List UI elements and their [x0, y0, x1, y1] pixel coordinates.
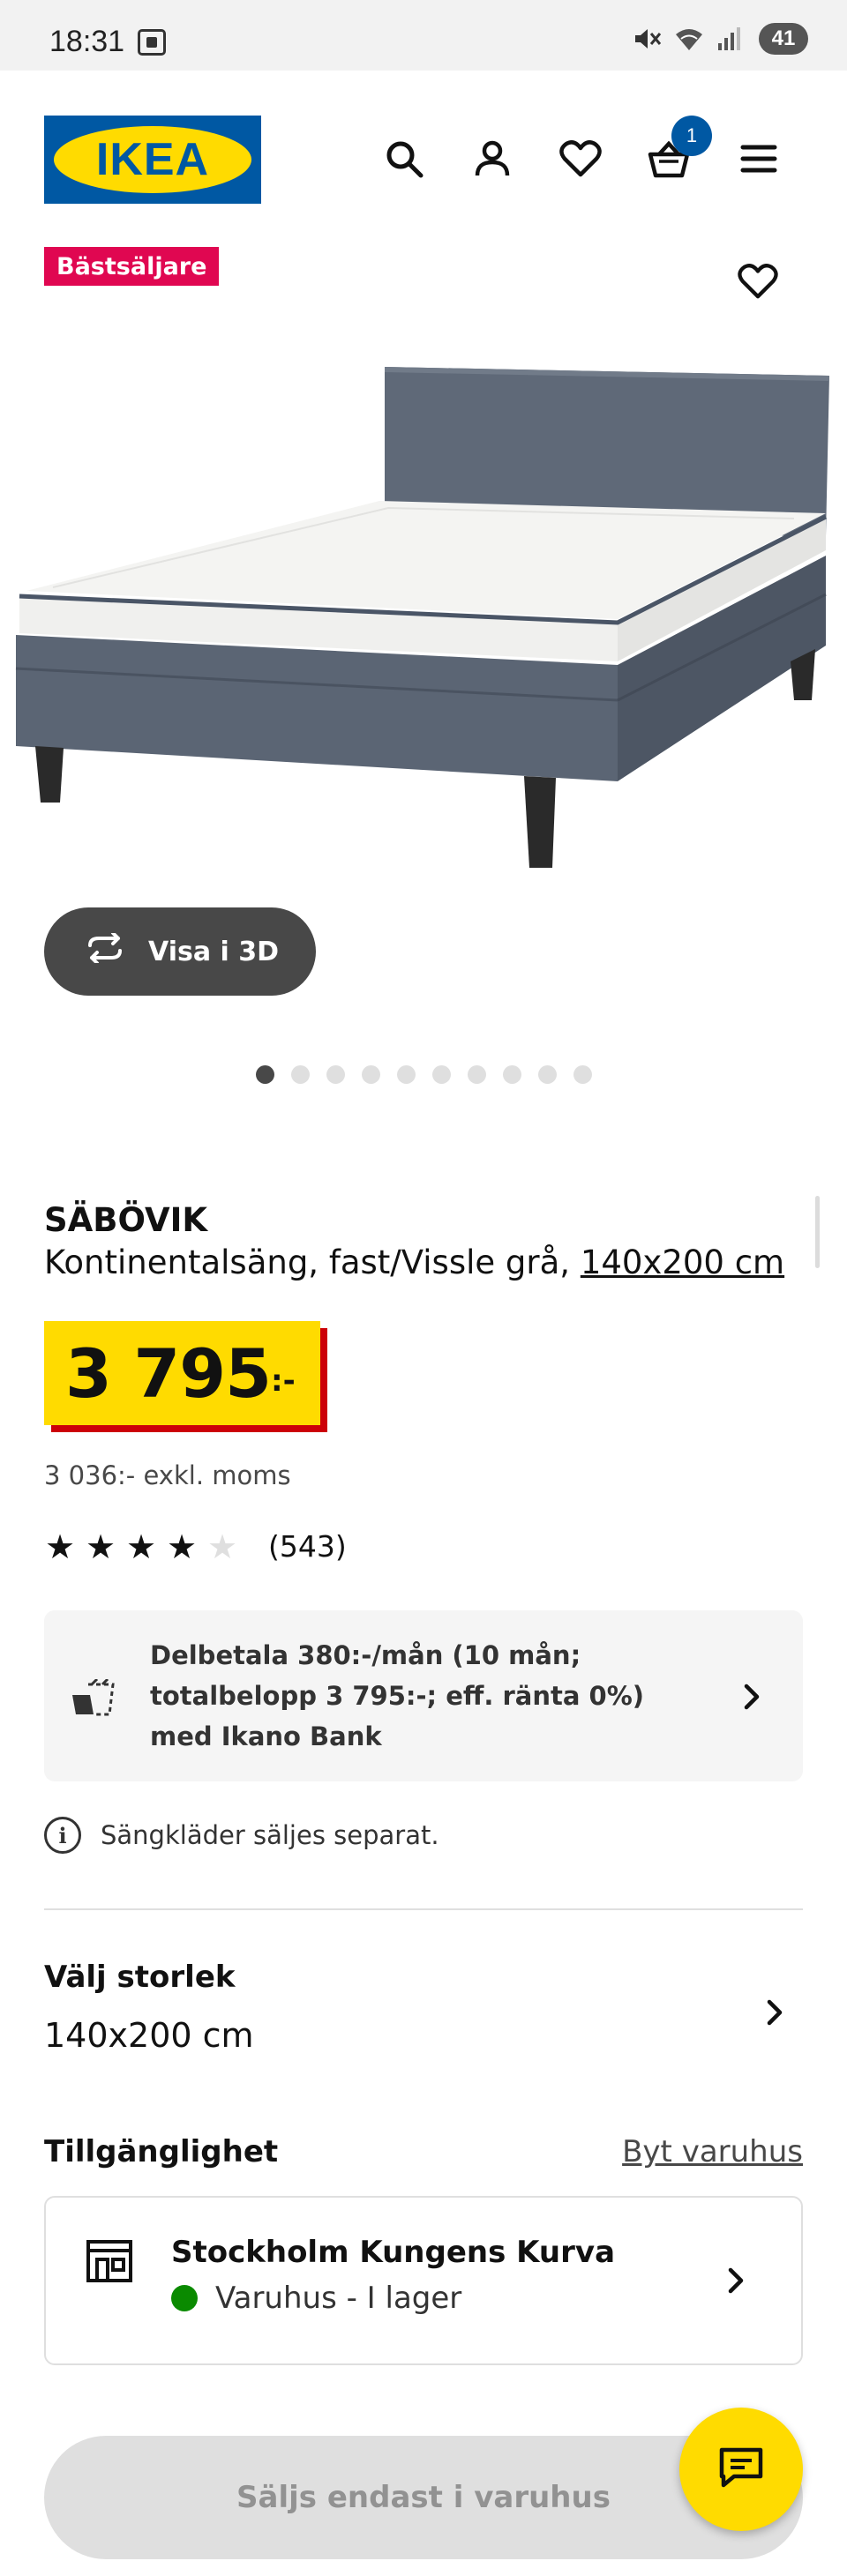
change-store-link[interactable]: Byt varuhus: [622, 2134, 803, 2169]
store-status-text: Varuhus - I lager: [215, 2281, 462, 2316]
star-empty-icon: ★: [206, 1527, 238, 1566]
logo-text: IKEA: [95, 134, 210, 185]
star-icon: ★: [125, 1527, 157, 1566]
chevron-right-icon: [722, 2263, 748, 2298]
ikea-logo[interactable]: IKEA: [44, 116, 261, 204]
product-description: Kontinentalsäng, fast/Vissle grå, 140x20…: [44, 1243, 784, 1281]
bestseller-badge: Bästsäljare: [44, 247, 220, 286]
in-stock-indicator: [171, 2285, 198, 2311]
menu-icon[interactable]: [732, 132, 785, 185]
carousel-dot[interactable]: [468, 1065, 486, 1084]
carousel-dot[interactable]: [326, 1065, 345, 1084]
info-icon: i: [44, 1817, 81, 1854]
star-icon: ★: [85, 1527, 116, 1566]
signal-icon: [716, 26, 746, 52]
status-time: 18:31: [49, 25, 125, 58]
chat-button[interactable]: [679, 2408, 803, 2531]
image-carousel-dots[interactable]: [256, 1065, 592, 1084]
product-image[interactable]: [0, 344, 847, 891]
price-tag: 3 795 :-: [44, 1321, 320, 1425]
carousel-dot[interactable]: [503, 1065, 521, 1084]
store-stock-status: Varuhus - I lager: [171, 2281, 461, 2316]
chat-icon: [716, 2445, 766, 2494]
favourite-heart-icon[interactable]: [729, 252, 787, 310]
view-3d-button[interactable]: Visa i 3D: [44, 907, 316, 996]
search-icon[interactable]: [378, 132, 431, 185]
financing-text: Delbetala 380:-/mån (10 mån; totalbelopp…: [150, 1640, 645, 1751]
bedding-note-text: Sängkläder säljes separat.: [101, 1820, 439, 1850]
chevron-right-icon: [738, 1679, 764, 1714]
size-selector-label: Välj storlek: [44, 1960, 236, 1995]
star-icon: ★: [166, 1527, 198, 1566]
screen-record-icon: [138, 29, 166, 56]
price-excl-vat: 3 036:- exkl. moms: [44, 1460, 291, 1490]
price-suffix: :-: [270, 1363, 296, 1399]
product-description-text: Kontinentalsäng, fast/Vissle grå,: [44, 1243, 581, 1281]
carousel-dot[interactable]: [573, 1065, 592, 1084]
product-size-link[interactable]: 140x200 cm: [581, 1243, 784, 1281]
star-icon: ★: [44, 1527, 76, 1566]
availability-heading: Tillgänglighet: [44, 2134, 279, 2169]
store-name: Stockholm Kungens Kurva: [171, 2235, 616, 2270]
size-selector[interactable]: Välj storlek 140x200 cm: [44, 1940, 803, 2090]
product-name: SÄBÖVIK: [44, 1201, 208, 1239]
status-bar: 18:31 41: [0, 0, 847, 71]
mute-icon: [632, 26, 662, 52]
scroll-indicator: [815, 1196, 820, 1268]
carousel-dot[interactable]: [291, 1065, 310, 1084]
installment-icon: [71, 1677, 116, 1718]
bedding-note: i Sängkläder säljes separat.: [44, 1817, 439, 1854]
carousel-dot[interactable]: [256, 1065, 274, 1084]
rating[interactable]: ★ ★ ★ ★ ★ (543): [44, 1529, 347, 1564]
carousel-dot[interactable]: [362, 1065, 380, 1084]
heart-icon[interactable]: [554, 132, 607, 185]
account-icon[interactable]: [466, 132, 519, 185]
price-value: 3 795: [65, 1333, 272, 1413]
divider: [44, 1908, 803, 1910]
battery-icon: 41: [759, 23, 808, 55]
review-count[interactable]: (543): [268, 1529, 347, 1564]
rotate-3d-icon: [83, 931, 127, 970]
size-selector-value: 140x200 cm: [44, 2016, 254, 2055]
store-card[interactable]: Stockholm Kungens Kurva Varuhus - I lage…: [44, 2196, 803, 2365]
status-icons: 41: [632, 23, 808, 55]
carousel-dot[interactable]: [538, 1065, 557, 1084]
chevron-right-icon: [761, 1995, 787, 2030]
carousel-dot[interactable]: [432, 1065, 451, 1084]
logo-oval: IKEA: [54, 126, 251, 193]
cart-count-badge: 1: [671, 116, 712, 156]
financing-banner[interactable]: Delbetala 380:-/mån (10 mån; totalbelopp…: [44, 1610, 803, 1781]
wifi-icon: [674, 26, 704, 52]
carousel-dot[interactable]: [397, 1065, 416, 1084]
view-3d-label: Visa i 3D: [148, 936, 280, 967]
site-header: IKEA 1: [0, 71, 847, 247]
store-icon: [85, 2238, 134, 2284]
